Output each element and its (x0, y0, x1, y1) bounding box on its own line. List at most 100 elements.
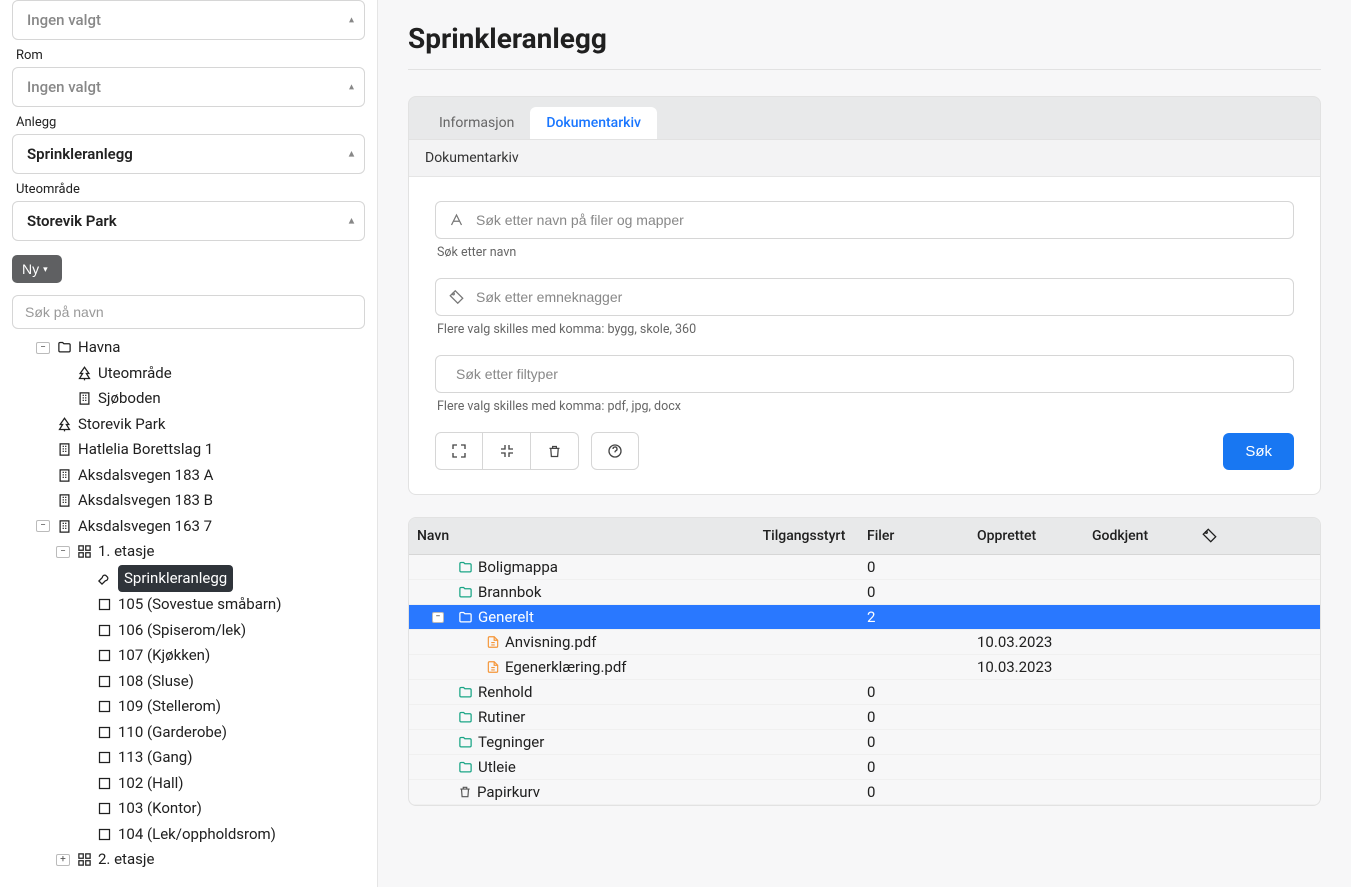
table-row[interactable]: Anvisning.pdf10.03.2023 (409, 630, 1320, 655)
table-row[interactable]: Renhold0 (409, 680, 1320, 705)
tree-node[interactable]: −Aksdalsvegen 163 7 (12, 514, 365, 540)
tree-toggle-icon[interactable]: − (36, 342, 50, 354)
chevron-up-icon: ▴ (349, 82, 354, 93)
select-value: Storevik Park (27, 212, 117, 230)
row-access (749, 740, 859, 744)
row-name: Brannbok (478, 583, 541, 601)
table-row[interactable]: Rutiner0 (409, 705, 1320, 730)
tree-node[interactable]: Aksdalsvegen 183 B (12, 488, 365, 514)
col-created[interactable]: Opprettet (969, 518, 1084, 554)
chevron-up-icon: ▴ (349, 149, 354, 160)
document-panel: Dokumentarkiv Søk etter navn Flere valg … (408, 139, 1321, 495)
tree-node[interactable]: −1. etasje (12, 539, 365, 565)
col-approved[interactable]: Godkjent (1084, 518, 1194, 554)
table-row[interactable]: Tegninger0 (409, 730, 1320, 755)
row-approved (1084, 765, 1194, 769)
table-row[interactable]: Boligmappa0 (409, 555, 1320, 580)
tree-node[interactable]: 104 (Lek/oppholdsrom) (12, 822, 365, 848)
collapse-button[interactable] (483, 432, 531, 470)
select-box-3[interactable]: Storevik Park ▴ (12, 201, 365, 241)
tag-icon (449, 290, 464, 305)
square-icon (96, 750, 112, 765)
square-icon (96, 776, 112, 791)
row-created: 10.03.2023 (969, 656, 1084, 678)
tree-toggle-icon[interactable]: − (36, 520, 50, 532)
tree-label: Sprinkleranlegg (118, 565, 233, 593)
table-row[interactable]: Utleie0 (409, 755, 1320, 780)
tree-label: 109 (Stellerom) (118, 694, 221, 720)
col-access[interactable]: Tilgangsstyrt (749, 518, 859, 554)
row-access (749, 665, 859, 669)
col-files[interactable]: Filer (859, 518, 969, 554)
row-name: Egenerklæring.pdf (505, 658, 627, 676)
grid-icon (76, 544, 92, 559)
tree-node[interactable]: 103 (Kontor) (12, 796, 365, 822)
row-files: 0 (859, 781, 969, 803)
table-row[interactable]: Papirkurv0 (409, 780, 1320, 805)
tree-node[interactable]: 102 (Hall) (12, 771, 365, 797)
select-value: Ingen valgt (27, 78, 101, 96)
table-row[interactable]: −Generelt2 (409, 605, 1320, 630)
select-box-1[interactable]: Ingen valgt ▴ (12, 67, 365, 107)
tab-dokumentarkiv[interactable]: Dokumentarkiv (530, 107, 657, 139)
row-tag (1194, 740, 1254, 744)
tree-label: Hatlelia Borettslag 1 (78, 437, 213, 463)
search-tags-input[interactable] (435, 278, 1294, 316)
col-tag[interactable] (1194, 518, 1254, 554)
search-types-input[interactable] (435, 355, 1294, 393)
building-icon (76, 391, 92, 406)
row-access (749, 640, 859, 644)
expand-button[interactable] (435, 432, 483, 470)
help-button[interactable] (591, 432, 639, 470)
row-tag (1194, 765, 1254, 769)
select-box-0[interactable]: Ingen valgt ▴ (12, 0, 365, 40)
row-access (749, 615, 859, 619)
tree-node[interactable]: 106 (Spiserom/lek) (12, 618, 365, 644)
tree-node[interactable]: 109 (Stellerom) (12, 694, 365, 720)
tree-node[interactable]: Sjøboden (12, 386, 365, 412)
col-name[interactable]: Navn (409, 518, 749, 554)
tree-toggle-icon[interactable]: − (56, 546, 70, 558)
tree-search-input[interactable] (12, 295, 365, 329)
row-created (969, 590, 1084, 594)
table-row[interactable]: Egenerklæring.pdf 10.03.2023 (409, 655, 1320, 680)
tree-node[interactable]: 110 (Garderobe) (12, 720, 365, 746)
folder-icon (458, 710, 473, 725)
tree-node[interactable]: Storevik Park (12, 412, 365, 438)
table-header: Navn Tilgangsstyrt Filer Opprettet Godkj… (409, 518, 1320, 555)
tree-icon (56, 417, 72, 432)
tree-label: Uteområde (98, 361, 172, 387)
tree-node[interactable]: 107 (Kjøkken) (12, 643, 365, 669)
chevron-up-icon: ▴ (349, 15, 354, 26)
row-toggle-icon[interactable]: − (432, 612, 444, 623)
search-name-hint: Søk etter navn (437, 245, 1292, 260)
search-tags-hint: Flere valg skilles med komma: bygg, skol… (437, 322, 1292, 337)
tree-node[interactable]: Hatlelia Borettslag 1 (12, 437, 365, 463)
search-button[interactable]: Søk (1223, 433, 1294, 470)
select-value: Sprinkleranlegg (27, 145, 133, 163)
row-created (969, 790, 1084, 794)
chevron-up-icon: ▴ (349, 216, 354, 227)
tree-node[interactable]: Sprinkleranlegg (12, 565, 365, 593)
row-created (969, 690, 1084, 694)
tree-label: Sjøboden (98, 386, 161, 412)
tab-informasjon[interactable]: Informasjon (423, 107, 530, 139)
select-label: Rom (16, 48, 361, 63)
tree-node[interactable]: 108 (Sluse) (12, 669, 365, 695)
tree-node[interactable]: 113 (Gang) (12, 745, 365, 771)
select-value: Ingen valgt (27, 11, 101, 29)
building-icon (56, 519, 72, 534)
tree-toggle-icon[interactable]: + (56, 854, 70, 866)
tree-node[interactable]: −Havna (12, 335, 365, 361)
tree-node[interactable]: Uteområde (12, 361, 365, 387)
new-button[interactable]: Ny ▾ (12, 255, 62, 283)
search-name-input[interactable] (435, 201, 1294, 239)
delete-button[interactable] (531, 432, 579, 470)
tree-node[interactable]: +2. etasje (12, 847, 365, 873)
tree-node[interactable]: Aksdalsvegen 183 A (12, 463, 365, 489)
row-files: 0 (859, 731, 969, 753)
table-row[interactable]: Brannbok0 (409, 580, 1320, 605)
folder-icon (56, 340, 72, 355)
select-box-2[interactable]: Sprinkleranlegg ▴ (12, 134, 365, 174)
tree-node[interactable]: 105 (Sovestue småbarn) (12, 592, 365, 618)
